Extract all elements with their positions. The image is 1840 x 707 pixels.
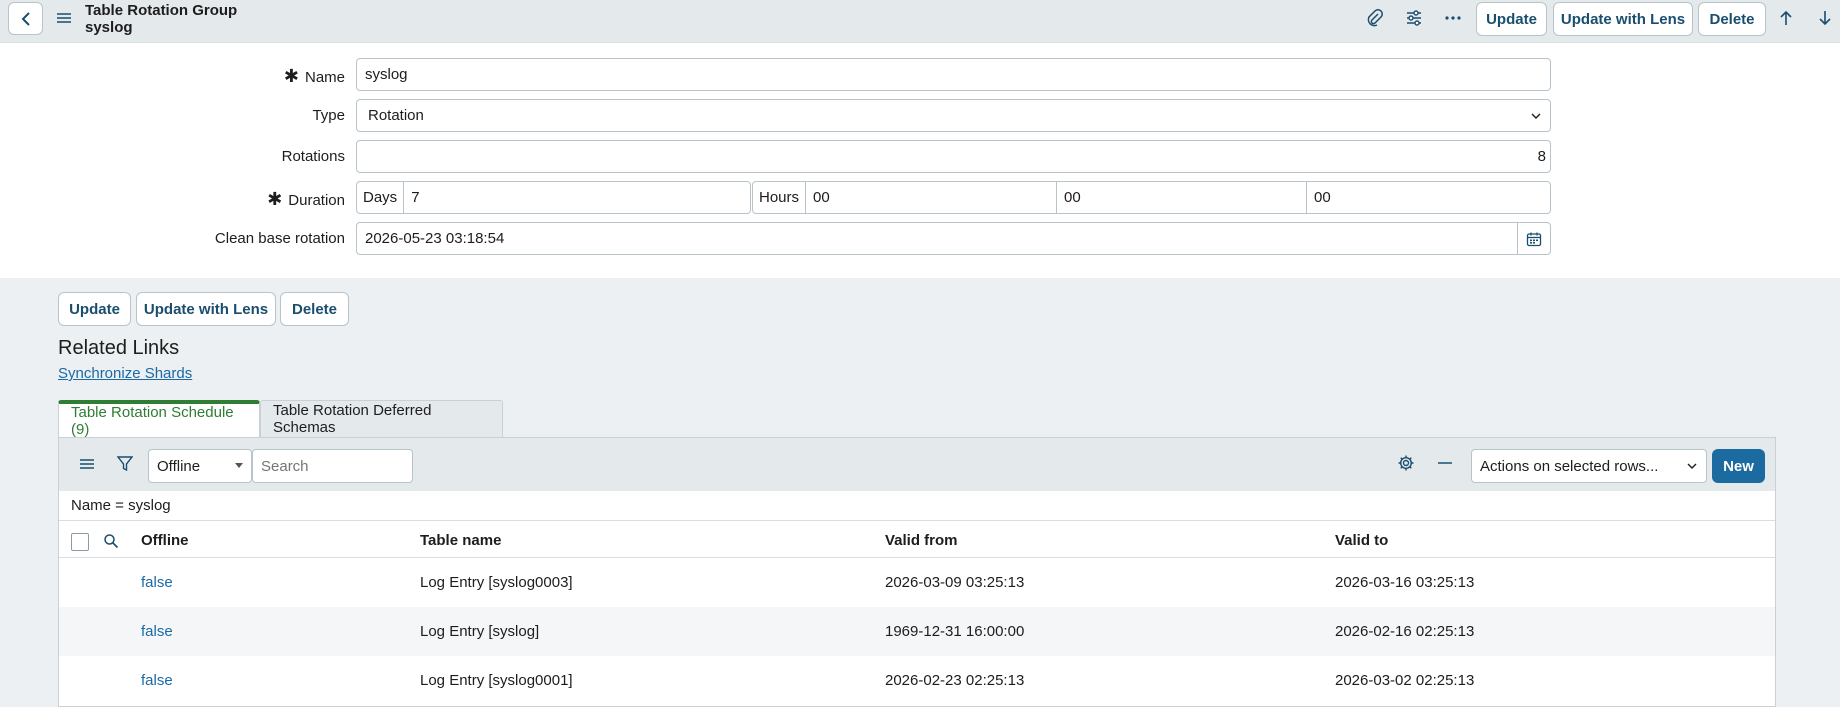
arrow-down-icon[interactable] [1815,8,1835,28]
column-search-icon[interactable] [103,533,119,553]
paperclip-icon[interactable] [1365,8,1385,28]
clean-base-rotation-value: 2026-05-23 03:18:54 [365,230,505,247]
type-select[interactable]: Rotation [356,99,1551,132]
table-row: false Log Entry [syslog0003] 2026-03-09 … [59,558,1775,607]
synchronize-shards-link[interactable]: Synchronize Shards [58,365,192,382]
valid-from-cell: 2026-02-23 02:25:13 [885,672,1025,689]
bottom-update-with-lens-button[interactable]: Update with Lens [136,292,276,326]
table-name-cell: Log Entry [syslog0003] [420,574,573,591]
clean-base-rotation-label: Clean base rotation [214,230,345,247]
rotations-label: Rotations [281,148,345,165]
filter-icon[interactable] [116,455,134,476]
select-all-checkbox[interactable] [71,533,89,551]
filter-breadcrumb[interactable]: Name = syslog [59,491,1775,521]
list-toolbar: Offline Actions on selected rows... New [59,438,1775,491]
bottom-update-button[interactable]: Update [58,292,131,326]
update-button[interactable]: Update [1476,2,1547,36]
table-name-cell: Log Entry [syslog0001] [420,672,573,689]
more-options-icon[interactable] [1443,8,1463,28]
record-title-line1: Table Rotation Group [85,2,238,19]
valid-to-cell: 2026-03-02 02:25:13 [1335,672,1475,689]
delete-button[interactable]: Delete [1698,2,1766,36]
related-links-title: Related Links [58,337,180,359]
new-button[interactable]: New [1712,449,1765,483]
sliders-icon[interactable] [1404,8,1424,28]
hours-label: Hours [753,182,807,213]
name-label: ✱ Name [283,66,345,86]
search-input[interactable] [252,449,413,483]
column-header-valid-to[interactable]: Valid to [1335,532,1388,549]
chevron-down-icon [1531,113,1541,119]
calendar-button[interactable] [1517,223,1550,254]
days-label: Days [357,182,405,213]
related-list: Offline Actions on selected rows... New … [58,437,1776,707]
menu-icon[interactable] [56,10,72,26]
duration-label: ✱ Duration [267,189,345,209]
update-with-lens-button[interactable]: Update with Lens [1553,2,1693,36]
valid-from-cell: 1969-12-31 16:00:00 [885,623,1025,640]
required-icon: ✱ [283,66,299,86]
list-menu-icon[interactable] [79,456,95,476]
offline-link[interactable]: false [141,574,173,591]
duration-days-field[interactable]: Days 7 [356,181,751,214]
column-header-offline[interactable]: Offline [141,532,189,549]
tab-table-rotation-deferred-schemas[interactable]: Table Rotation Deferred Schemas [260,400,503,437]
valid-to-cell: 2026-03-16 03:25:13 [1335,574,1475,591]
chevron-left-icon [21,11,30,26]
offline-link[interactable]: false [141,623,173,640]
type-select-value: Rotation [368,107,424,124]
column-header-table-name[interactable]: Table name [420,532,501,549]
days-input[interactable]: 7 [404,189,750,206]
table-name-cell: Log Entry [syslog] [420,623,540,640]
form-area: ✱ Name syslog Type Rotation Rotations 8 ✱… [0,43,1840,278]
tab-table-rotation-schedule[interactable]: Table Rotation Schedule (9) [58,400,260,438]
name-input[interactable]: syslog [356,58,1551,91]
caret-down-icon [235,463,243,468]
search-field-value: Offline [157,457,201,475]
required-icon: ✱ [267,189,283,209]
record-title-line2: syslog [85,19,133,36]
rotations-input[interactable]: 8 [356,140,1551,173]
duration-time-field: Hours 00 00 00 [752,181,1551,214]
back-button[interactable] [8,2,43,35]
chevron-down-icon [1687,463,1697,469]
calendar-icon [1526,232,1542,246]
table-row: false Log Entry [syslog0001] 2026-02-23 … [59,656,1775,705]
column-header-valid-from[interactable]: Valid from [885,532,958,549]
form-header: Table Rotation Group syslog Update Updat… [0,0,1840,43]
valid-to-cell: 2026-02-16 02:25:13 [1335,623,1475,640]
type-label: Type [312,107,345,124]
gear-icon[interactable] [1397,454,1415,476]
offline-link[interactable]: false [141,672,173,689]
table-row: false Log Entry [syslog] 1969-12-31 16:0… [59,607,1775,656]
actions-select[interactable]: Actions on selected rows... [1471,449,1707,483]
seconds-input[interactable]: 00 [1306,182,1550,213]
valid-from-cell: 2026-03-09 03:25:13 [885,574,1025,591]
minutes-input[interactable]: 00 [1056,182,1306,213]
hours-input[interactable]: 00 [806,182,1056,213]
bottom-delete-button[interactable]: Delete [280,292,349,326]
actions-select-value: Actions on selected rows... [1480,457,1659,475]
search-field-select[interactable]: Offline [148,449,252,483]
arrow-up-icon[interactable] [1776,8,1796,28]
collapse-icon[interactable] [1437,454,1453,476]
clean-base-rotation-input[interactable]: 2026-05-23 03:18:54 [356,222,1551,255]
rotations-value: 8 [1537,148,1546,165]
record-title: Table Rotation Group syslog [85,2,237,36]
